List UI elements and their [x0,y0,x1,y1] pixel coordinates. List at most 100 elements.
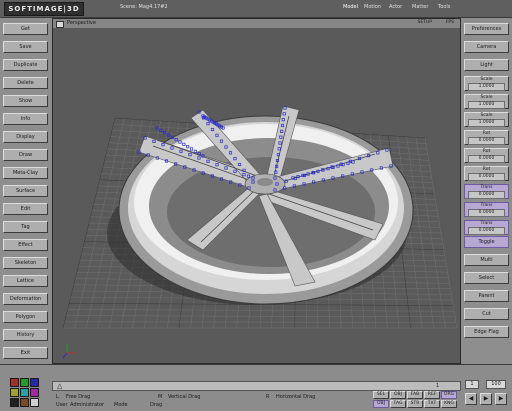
trans-x-value[interactable]: 0.0000 [468,191,505,199]
scale-z-label: Scale [480,113,492,118]
module-model[interactable]: Model [343,4,358,10]
display-button[interactable]: Display [3,131,48,143]
exit-button[interactable]: Exit [3,347,48,359]
show-button[interactable]: Show [3,95,48,107]
effect-button[interactable]: Effect [3,239,48,251]
org-button[interactable]: ORG [441,391,457,399]
get-button[interactable]: Get [3,23,48,35]
lattice-button[interactable]: Lattice [3,275,48,287]
rot-y-value[interactable]: 0.0000 [468,155,505,163]
color-palette[interactable] [10,378,48,408]
scene-title: Scene: Mag4.17#2 [120,4,168,10]
cut-button[interactable]: Cut [464,308,509,320]
module-tools[interactable]: Tools [438,4,450,10]
delete-button[interactable]: Delete [3,77,48,89]
skeleton-button[interactable]: Skeleton [3,257,48,269]
rot-x-label: Rot [483,131,490,136]
module-actor[interactable]: Actor [389,4,402,10]
history-button[interactable]: History [3,329,48,341]
kng-button[interactable]: KNG [441,400,457,408]
viewport-view[interactable]: FPS [446,20,454,25]
duplicate-button[interactable]: Duplicate [3,59,48,71]
trans-z-value[interactable]: 0.0000 [468,227,505,235]
left-menu-panel: Get Save Duplicate Delete Show Info Disp… [0,18,52,364]
tag-mode-button[interactable]: TAG [390,400,406,408]
scale-z-field[interactable]: Scale1.0000 [464,112,509,127]
status-l-value: Free Drag [66,394,90,400]
obj-global-button[interactable]: OBJ [390,391,406,399]
scale-x-field[interactable]: Scale1.0000 [464,76,509,91]
rot-z-label: Rot [483,167,490,172]
3d-scene[interactable] [53,28,460,363]
palette-swatch[interactable] [20,398,29,407]
play-forward-icon[interactable]: ▶ [480,393,492,405]
viewport-name[interactable]: Perspective [67,20,96,26]
select-button[interactable]: Select [464,272,509,284]
rot-y-label: Rot [483,149,490,154]
rot-y-field[interactable]: Rot0.0000 [464,148,509,163]
parent-button[interactable]: Parent [464,290,509,302]
palette-swatch[interactable] [20,388,29,397]
right-menu-panel: Preferences Camera Light Scale1.0000 Sca… [461,18,512,364]
edit-button[interactable]: Edit [3,203,48,215]
play-backward-icon[interactable]: ◀ [465,393,477,405]
palette-swatch[interactable] [30,378,39,387]
multi-button[interactable]: Multi [464,254,509,266]
palette-swatch[interactable] [10,388,19,397]
perspective-viewport[interactable]: Perspective SETUP FPS [52,18,461,364]
edge-flag-button[interactable]: Edge Flag [464,326,509,338]
polygon-button[interactable]: Polygon [3,311,48,323]
trans-z-field[interactable]: Trans0.0000 [464,220,509,235]
light-button[interactable]: Light [464,59,509,71]
scale-y-field[interactable]: Scale1.0000 [464,94,509,109]
trans-z-label: Trans [481,221,493,226]
current-frame-field[interactable]: 1 [465,380,479,389]
rot-x-field[interactable]: Rot0.0000 [464,130,509,145]
tag-button[interactable]: Tag [3,221,48,233]
rot-z-value[interactable]: 0.0000 [468,173,505,181]
scale-y-value[interactable]: 1.0000 [468,101,505,109]
viewport-menu-icon[interactable] [56,21,64,28]
rot-z-field[interactable]: Rot0.0000 [464,166,509,181]
camera-button[interactable]: Camera [464,41,509,53]
rot-x-value[interactable]: 0.0000 [468,137,505,145]
palette-swatch[interactable] [20,378,29,387]
mode-value: Drag [150,402,162,408]
txt-button[interactable]: TXT [424,400,440,408]
save-button[interactable]: Save [3,41,48,53]
meta-clay-button[interactable]: Meta-Clay [3,167,48,179]
draw-button[interactable]: Draw [3,149,48,161]
obj-button[interactable]: OBJ [373,400,389,408]
module-matter[interactable]: Matter [412,4,428,10]
surface-button[interactable]: Surface [3,185,48,197]
str-button[interactable]: STR [407,400,423,408]
viewport-mode[interactable]: SETUP [418,20,432,25]
trans-y-field[interactable]: Trans0.0000 [464,202,509,217]
menu-bar: SOFTIMAGE|3D Scene: Mag4.17#2 Model Moti… [0,0,512,18]
palette-swatch[interactable] [30,398,39,407]
toggle-button[interactable]: Toggle [464,236,509,248]
status-r-label: R [266,394,269,400]
preferences-button[interactable]: Preferences [464,23,509,35]
scale-y-label: Scale [480,95,492,100]
timeline-cursor-icon[interactable]: △ [57,382,62,390]
ref-button[interactable]: REF [424,391,440,399]
timeline-slider[interactable]: △ 1 [52,381,461,391]
palette-swatch[interactable] [10,378,19,387]
fab-button[interactable]: FAB [407,391,423,399]
module-motion[interactable]: Motion [364,4,381,10]
info-button[interactable]: Info [3,113,48,125]
end-frame-field[interactable]: 100 [486,380,506,389]
sel-button[interactable]: SEL [373,391,389,399]
palette-swatch[interactable] [10,398,19,407]
last-frame-icon[interactable]: ▶ [495,393,507,405]
user-label: User [56,402,67,408]
scale-z-value[interactable]: 1.0000 [468,119,505,127]
mode-label: Mode [114,402,128,408]
trans-y-value[interactable]: 0.0000 [468,209,505,217]
palette-swatch[interactable] [30,388,39,397]
deformation-button[interactable]: Deformation [3,293,48,305]
scale-x-value[interactable]: 1.0000 [468,83,505,91]
trans-x-field[interactable]: Trans0.0000 [464,184,509,199]
status-m-label: M [158,394,162,400]
